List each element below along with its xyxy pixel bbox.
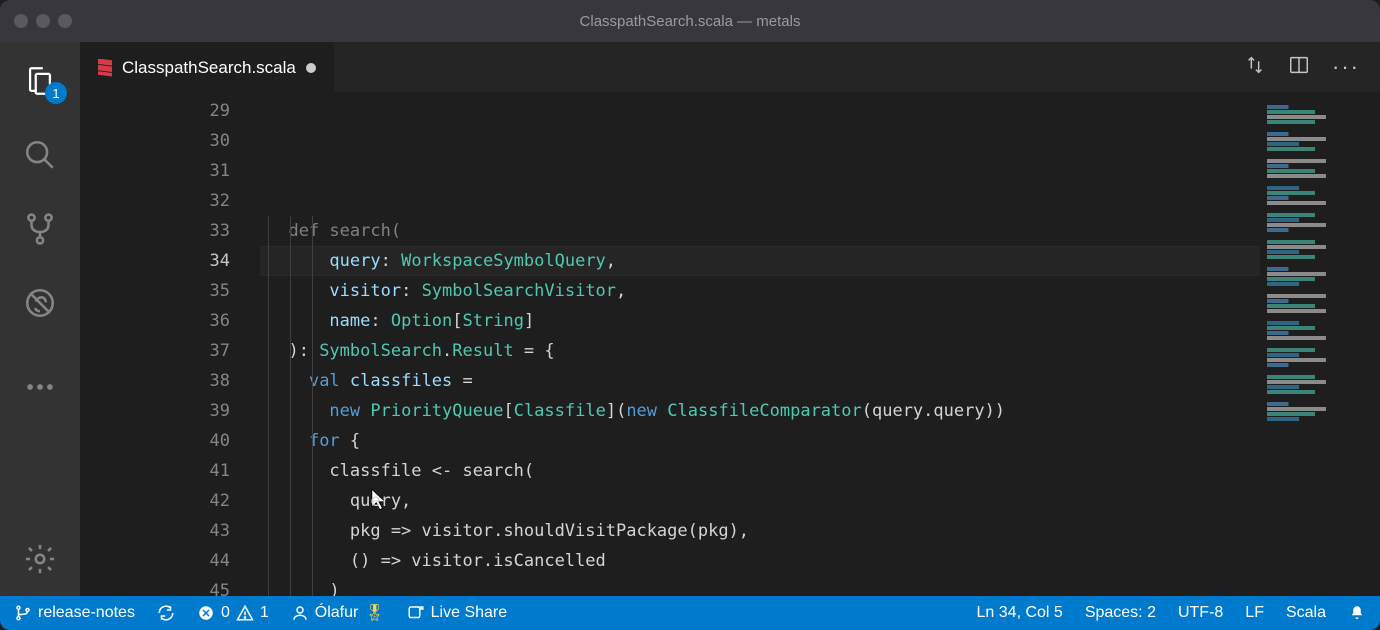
code-area[interactable]: def search( query: WorkspaceSymbolQuery,…	[260, 92, 1260, 596]
line-number: 40	[80, 426, 260, 456]
user-name: Ólafur	[315, 604, 359, 622]
minimize-window-button[interactable]	[36, 14, 50, 28]
tab-filename: ClasspathSearch.scala	[122, 58, 296, 78]
traffic-lights	[14, 14, 72, 28]
scala-file-icon	[98, 59, 112, 77]
code-line[interactable]: )	[260, 576, 1260, 596]
git-branch[interactable]: release-notes	[14, 604, 135, 622]
line-number: 41	[80, 456, 260, 486]
search-icon[interactable]	[23, 138, 57, 172]
line-number: 44	[80, 546, 260, 576]
line-number: 37	[80, 336, 260, 366]
medal-icon: 🎖	[364, 603, 384, 623]
more-icon[interactable]	[23, 370, 57, 404]
close-window-button[interactable]	[14, 14, 28, 28]
line-number: 29	[80, 96, 260, 126]
dirty-indicator-icon	[306, 63, 316, 73]
line-number: 32	[80, 186, 260, 216]
window-title: ClasspathSearch.scala — metals	[580, 13, 801, 30]
code-line[interactable]: classfile <- search(	[260, 456, 1260, 486]
line-number: 43	[80, 516, 260, 546]
notifications-bell-icon[interactable]	[1348, 604, 1366, 622]
explorer-badge: 1	[45, 82, 67, 104]
code-line[interactable]: for {	[260, 426, 1260, 456]
source-control-icon[interactable]	[23, 212, 57, 246]
debug-icon[interactable]	[23, 286, 57, 320]
branch-name: release-notes	[38, 604, 135, 622]
line-number: 38	[80, 366, 260, 396]
line-number: 39	[80, 396, 260, 426]
warning-count: 1	[260, 604, 269, 622]
line-number: 35	[80, 276, 260, 306]
code-line[interactable]: def search(	[260, 216, 1260, 246]
error-count: 0	[221, 604, 230, 622]
settings-gear-icon[interactable]	[23, 542, 57, 576]
tab-classpathsearch[interactable]: ClasspathSearch.scala	[80, 42, 334, 92]
problems[interactable]: 0 1	[197, 604, 269, 622]
explorer-icon[interactable]: 1	[23, 64, 57, 98]
zoom-window-button[interactable]	[58, 14, 72, 28]
minimap[interactable]	[1260, 92, 1380, 596]
code-line[interactable]: pkg => visitor.shouldVisitPackage(pkg),	[260, 516, 1260, 546]
code-line[interactable]: name: Option[String]	[260, 306, 1260, 336]
live-share-label: Live Share	[431, 604, 508, 622]
cursor-position[interactable]: Ln 34, Col 5	[977, 604, 1063, 622]
code-line[interactable]: ): SymbolSearch.Result = {	[260, 336, 1260, 366]
line-number: 34	[80, 246, 260, 276]
sync-icon[interactable]	[157, 604, 175, 622]
eol[interactable]: LF	[1245, 604, 1264, 622]
line-number: 36	[80, 306, 260, 336]
line-number-gutter: 2930313233343536373839404142434445	[80, 92, 260, 596]
code-line[interactable]: query: WorkspaceSymbolQuery,	[260, 246, 1260, 276]
language-mode[interactable]: Scala	[1286, 604, 1326, 622]
live-share[interactable]: Live Share	[407, 604, 508, 622]
compare-changes-icon[interactable]	[1244, 54, 1266, 81]
line-number: 45	[80, 576, 260, 606]
activity-bar: 1	[0, 42, 80, 596]
code-line[interactable]: visitor: SymbolSearchVisitor,	[260, 276, 1260, 306]
split-editor-icon[interactable]	[1288, 54, 1310, 81]
code-line[interactable]: query,	[260, 486, 1260, 516]
titlebar: ClasspathSearch.scala — metals	[0, 0, 1380, 42]
line-number: 30	[80, 126, 260, 156]
line-number: 31	[80, 156, 260, 186]
line-number: 42	[80, 486, 260, 516]
encoding[interactable]: UTF-8	[1178, 604, 1223, 622]
editor-body[interactable]: 2930313233343536373839404142434445 def s…	[80, 92, 1380, 596]
code-line[interactable]: new PriorityQueue[Classfile](new Classfi…	[260, 396, 1260, 426]
line-number: 33	[80, 216, 260, 246]
user-status[interactable]: Ólafur 🎖	[291, 603, 385, 623]
indentation[interactable]: Spaces: 2	[1085, 604, 1156, 622]
code-line[interactable]: val classfiles =	[260, 366, 1260, 396]
tab-bar: ClasspathSearch.scala ···	[80, 42, 1380, 92]
more-actions-icon[interactable]: ···	[1332, 54, 1360, 80]
code-line[interactable]: () => visitor.isCancelled	[260, 546, 1260, 576]
